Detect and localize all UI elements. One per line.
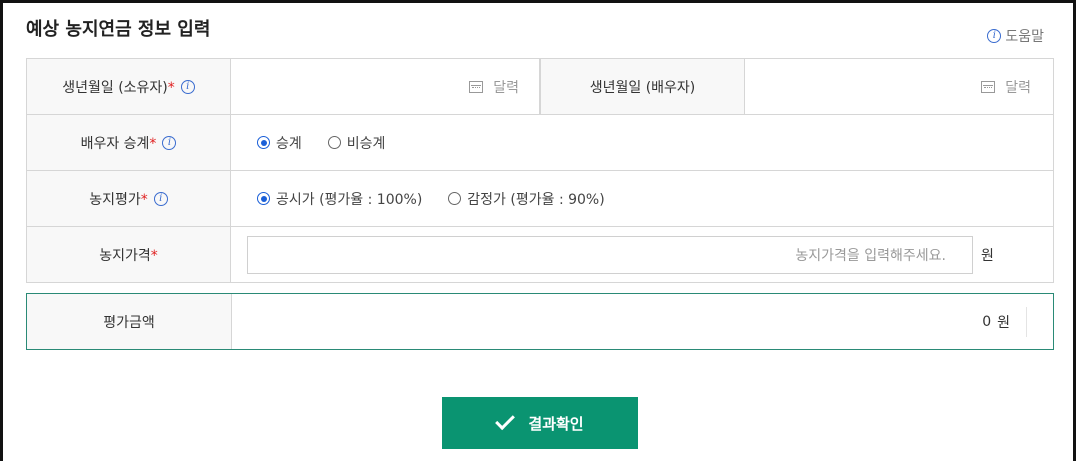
evaluation-amount-label-text: 평가금액 [103,314,155,331]
radio-unselected-icon[interactable] [327,136,341,149]
land-price-label: 농지가격* [26,227,231,282]
land-evaluation-label: 농지평가* i [26,171,231,226]
radio-non-succession[interactable]: 비승계 [327,133,386,153]
currency-unit: 원 [997,314,1010,331]
land-price-cell: 농지가격을 입력해주세요. 원 [231,227,1054,282]
currency-unit: 원 [981,247,994,264]
land-price-row: 농지가격* 농지가격을 입력해주세요. 원 [26,227,1054,283]
spouse-succession-label-text: 배우자 승계 [80,135,150,152]
land-evaluation-label-text: 농지평가 [89,191,141,208]
birth-owner-date-field[interactable]: 달력 [231,59,540,114]
info-icon: i [987,29,1002,43]
birth-owner-label-text: 생년월일 (소유자) [62,79,168,96]
info-icon[interactable]: i [180,79,195,94]
radio-unselected-icon[interactable] [448,192,462,205]
land-price-label-text: 농지가격 [99,247,151,264]
evaluation-amount-label: 평가금액 [27,294,232,349]
required-mark: * [150,247,158,264]
birth-spouse-label: 생년월일 (배우자) [540,59,745,114]
form-table: 생년월일 (소유자)* i 달력 생년월일 (배우자) 달력 배우자 승계* i… [26,58,1054,283]
spouse-succession-options: 승계 비승계 [231,115,1054,170]
calendar-label: 달력 [1005,79,1031,96]
required-mark: * [149,135,157,152]
radio-label: 감정가 (평가율 : 90%) [467,191,605,208]
check-icon [495,410,516,431]
help-link[interactable]: i 도움말 [987,26,1044,46]
info-icon[interactable]: i [162,135,177,150]
radio-label: 비승계 [346,135,386,152]
calendar-icon[interactable] [469,80,484,93]
land-price-input[interactable]: 농지가격을 입력해주세요. [247,235,973,274]
required-mark: * [140,191,148,208]
required-mark: * [167,79,175,96]
help-label: 도움말 [1005,29,1044,45]
birth-spouse-label-text: 생년월일 (배우자) [589,79,696,96]
radio-appraised-price[interactable]: 감정가 (평가율 : 90%) [448,189,605,209]
radio-succession[interactable]: 승계 [257,133,302,153]
info-icon[interactable]: i [153,191,168,206]
birthdate-row: 생년월일 (소유자)* i 달력 생년월일 (배우자) 달력 [26,59,1054,115]
evaluation-amount-value: 0 원 [232,294,1053,349]
divider [1026,306,1027,337]
spouse-succession-label: 배우자 승계* i [26,115,231,170]
land-price-placeholder: 농지가격을 입력해주세요. [795,247,946,264]
check-result-label: 결과확인 [528,415,584,433]
land-evaluation-row: 농지평가* i 공시가 (평가율 : 100%) 감정가 (평가율 : 90%) [26,171,1054,227]
birth-spouse-date-field[interactable]: 달력 [745,59,1054,114]
calendar-label: 달력 [493,79,519,96]
calendar-icon[interactable] [981,80,996,93]
radio-label: 공시가 (평가율 : 100%) [276,191,423,208]
evaluation-result: 평가금액 0 원 [26,293,1054,350]
radio-selected-icon[interactable] [257,136,270,149]
land-evaluation-options: 공시가 (평가율 : 100%) 감정가 (평가율 : 90%) [231,171,1054,226]
radio-selected-icon[interactable] [257,192,270,205]
birth-owner-label: 생년월일 (소유자)* i [26,59,231,114]
spouse-succession-row: 배우자 승계* i 승계 비승계 [26,115,1054,171]
evaluation-amount-number: 0 [982,313,992,330]
page-title: 예상 농지연금 정보 입력 [26,19,211,40]
radio-official-price[interactable]: 공시가 (평가율 : 100%) [257,189,422,209]
check-result-button[interactable]: 결과확인 [442,397,638,449]
radio-label: 승계 [276,135,302,152]
